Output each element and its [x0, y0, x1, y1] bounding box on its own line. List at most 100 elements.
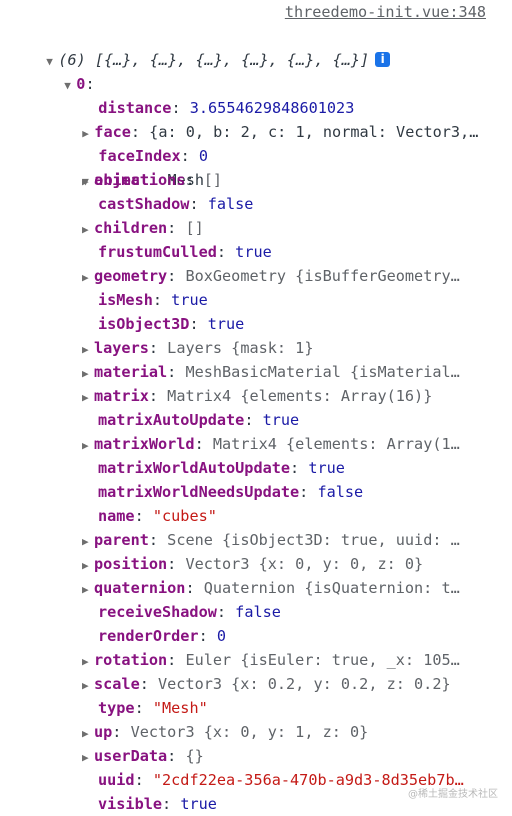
array-summary-row[interactable]: ▼ (6) [{…}, {…}, {…}, {…}, {…}, {…}] i	[28, 24, 391, 69]
prop-value: true	[235, 243, 272, 261]
prop-key: userData	[94, 747, 168, 765]
collapsed-triangle-icon[interactable]: ▶	[82, 554, 94, 578]
mesh-prop-matrixWorld[interactable]: ▶ matrixWorld: Matrix4 {elements: Array(1…	[82, 432, 460, 456]
collapsed-triangle-icon[interactable]: ▶	[82, 530, 94, 554]
mesh-prop-renderOrder[interactable]: renderOrder: 0	[98, 624, 226, 648]
prop-value: true	[171, 291, 208, 309]
prop-key: uuid	[98, 771, 135, 789]
prop-value: Matrix4 {elements: Array(16)}	[167, 387, 433, 405]
prop-key: parent	[94, 531, 149, 549]
prop-key: visible	[98, 795, 163, 813]
prop-key: layers	[94, 339, 149, 357]
index-0-row[interactable]: ▼ 0:	[46, 48, 94, 93]
prop-key: matrixWorld	[94, 435, 195, 453]
mesh-prop-matrixWorldAutoUpdate[interactable]: matrixWorldAutoUpdate: true	[98, 456, 345, 480]
collapsed-triangle-icon[interactable]: ▶	[82, 434, 94, 458]
prop-value: Vector3 {x: 0, y: 1, z: 0}	[130, 723, 369, 741]
mesh-prop-matrixWorldNeedsUpdate[interactable]: matrixWorldNeedsUpdate: false	[98, 480, 363, 504]
mesh-prop-scale[interactable]: ▶ scale: Vector3 {x: 0.2, y: 0.2, z: 0.2}	[82, 672, 451, 696]
prop-key: geometry	[94, 267, 168, 285]
prop-value: Quaternion {isQuaternion: t…	[203, 579, 460, 597]
collapsed-triangle-icon[interactable]: ▶	[82, 722, 94, 746]
prop-key: quaternion	[94, 579, 186, 597]
mesh-prop-userData[interactable]: ▶ userData: {}	[82, 744, 204, 768]
mesh-prop-matrix[interactable]: ▶ matrix: Matrix4 {elements: Array(16)}	[82, 384, 432, 408]
collapsed-triangle-icon[interactable]: ▶	[82, 218, 94, 242]
prop-value: BoxGeometry {isBufferGeometry…	[185, 267, 460, 285]
prop-value: Layers {mask: 1}	[167, 339, 314, 357]
prop-value: Matrix4 {elements: Array(1…	[212, 435, 460, 453]
mesh-prop-rotation[interactable]: ▶ rotation: Euler {isEuler: true, _x: 105…	[82, 648, 460, 672]
mesh-prop-layers[interactable]: ▶ layers: Layers {mask: 1}	[82, 336, 313, 360]
prop-value: true	[308, 459, 345, 477]
prop-key: renderOrder	[98, 627, 199, 645]
prop-key: isObject3D	[98, 315, 190, 333]
prop-key: receiveShadow	[98, 603, 217, 621]
prop-value: 0	[216, 627, 227, 645]
prop-distance[interactable]: distance: 3.6554629848601023	[80, 72, 354, 117]
source-file-link[interactable]: threedemo-init.vue:348	[285, 3, 486, 21]
mesh-prop-animations[interactable]: ▶ animations: []	[82, 168, 222, 192]
mesh-prop-material[interactable]: ▶ material: MeshBasicMaterial {isMaterial…	[82, 360, 460, 384]
prop-key: position	[94, 555, 168, 573]
prop-value: Vector3 {x: 0, y: 0, z: 0}	[185, 555, 424, 573]
prop-value: "cubes"	[152, 507, 217, 525]
mesh-prop-name[interactable]: name: "cubes"	[98, 504, 217, 528]
watermark: @稀土掘金技术社区	[408, 789, 498, 800]
prop-value: false	[207, 195, 254, 213]
prop-value: Vector3 {x: 0.2, y: 0.2, z: 0.2}	[158, 675, 451, 693]
mesh-prop-up[interactable]: ▶ up: Vector3 {x: 0, y: 1, z: 0}	[82, 720, 368, 744]
collapsed-triangle-icon[interactable]: ▶	[82, 650, 94, 674]
mesh-prop-position[interactable]: ▶ position: Vector3 {x: 0, y: 0, z: 0}	[82, 552, 423, 576]
prop-value: true	[262, 411, 300, 429]
prop-value: false	[317, 483, 364, 501]
prop-key: name	[98, 507, 135, 525]
expanded-triangle-icon[interactable]: ▼	[64, 74, 76, 98]
collapsed-triangle-icon[interactable]: ▶	[82, 266, 94, 290]
prop-value: false	[235, 603, 281, 621]
prop-key: matrixWorldAutoUpdate	[98, 459, 291, 477]
collapsed-triangle-icon[interactable]: ▶	[82, 578, 94, 602]
mesh-prop-type[interactable]: type: "Mesh"	[98, 696, 208, 720]
prop-key: matrixWorldNeedsUpdate	[98, 483, 300, 501]
prop-object[interactable]: ▼ object: Mesh	[64, 144, 204, 189]
prop-key: castShadow	[98, 195, 190, 213]
prop-value: []	[203, 171, 223, 189]
collapsed-triangle-icon[interactable]: ▶	[82, 362, 94, 386]
prop-value: MeshBasicMaterial {isMaterial…	[185, 363, 460, 381]
prop-key: frustumCulled	[98, 243, 217, 261]
prop-key: scale	[94, 675, 140, 693]
prop-value: true	[207, 315, 245, 333]
prop-key: children	[94, 219, 168, 237]
prop-value: true	[180, 795, 217, 813]
collapsed-triangle-icon[interactable]: ▶	[82, 170, 94, 194]
mesh-prop-parent[interactable]: ▶ parent: Scene {isObject3D: true, uuid: …	[82, 528, 460, 552]
prop-value: Euler {isEuler: true, _x: 105…	[185, 651, 460, 669]
prop-value: Scene {isObject3D: true, uuid: …	[167, 531, 460, 549]
mesh-prop-geometry[interactable]: ▶ geometry: BoxGeometry {isBufferGeometry…	[82, 264, 460, 288]
prop-key: isMesh	[98, 291, 153, 309]
mesh-prop-isMesh[interactable]: isMesh: true	[98, 288, 208, 312]
prop-key: matrixAutoUpdate	[98, 411, 245, 429]
info-icon[interactable]: i	[375, 52, 391, 67]
collapsed-triangle-icon[interactable]: ▶	[82, 338, 94, 362]
prop-key: rotation	[94, 651, 168, 669]
prop-key: up	[94, 723, 113, 741]
prop-value: []	[185, 219, 204, 237]
mesh-prop-isObject3D[interactable]: isObject3D: true	[98, 312, 244, 336]
collapsed-triangle-icon[interactable]: ▶	[82, 674, 94, 698]
prop-key: type	[98, 699, 135, 717]
mesh-prop-quaternion[interactable]: ▶ quaternion: Quaternion {isQuaternion: t…	[82, 576, 460, 600]
mesh-prop-receiveShadow[interactable]: receiveShadow: false	[98, 600, 281, 624]
collapsed-triangle-icon[interactable]: ▶	[82, 746, 94, 770]
mesh-prop-visible[interactable]: visible: true	[98, 792, 217, 816]
mesh-prop-children[interactable]: ▶ children: []	[82, 216, 204, 240]
mesh-prop-frustumCulled[interactable]: frustumCulled: true	[98, 240, 272, 264]
mesh-prop-matrixAutoUpdate[interactable]: matrixAutoUpdate: true	[98, 408, 299, 432]
prop-value: "Mesh"	[152, 699, 208, 717]
collapsed-triangle-icon[interactable]: ▶	[82, 386, 94, 410]
mesh-prop-castShadow[interactable]: castShadow: false	[98, 192, 253, 216]
prop-value: {}	[185, 747, 204, 765]
prop-faceIndex[interactable]: faceIndex: 0	[80, 120, 208, 165]
prop-face[interactable]: ▶ face: {a: 0, b: 2, c: 1, normal: Vector…	[64, 96, 478, 141]
